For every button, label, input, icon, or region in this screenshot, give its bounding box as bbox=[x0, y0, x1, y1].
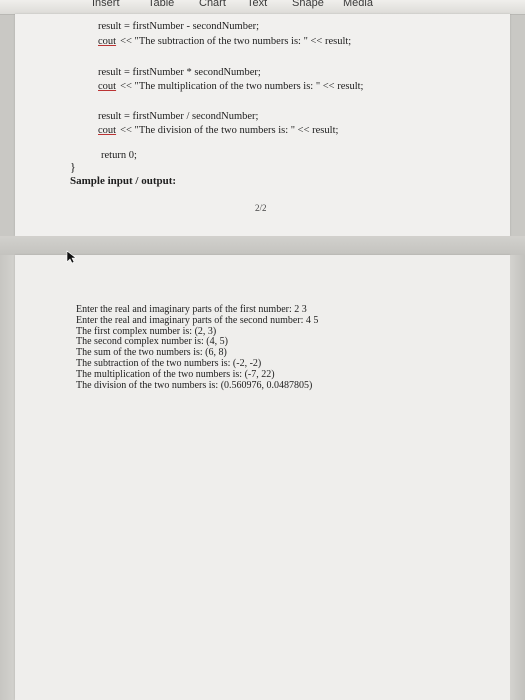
code-line-subtraction: result = firstNumber - secondNumber; bbox=[98, 21, 260, 32]
margin-left bbox=[0, 255, 15, 700]
cout-keyword: cout bbox=[98, 125, 117, 136]
toolbar-text[interactable]: Text bbox=[247, 0, 267, 9]
toolbar-insert[interactable]: Insert bbox=[92, 0, 120, 9]
code-line-multiplication: result = firstNumber * secondNumber; bbox=[98, 67, 261, 78]
toolbar-shape[interactable]: Shape bbox=[292, 0, 324, 9]
margin-right bbox=[510, 255, 525, 700]
code-line-subtraction-cout: cout << "The subtraction of the two numbe… bbox=[98, 35, 351, 48]
cout-keyword: cout bbox=[98, 81, 117, 92]
output-line: The multiplication of the two numbers is… bbox=[76, 368, 275, 380]
cout-text: << "The subtraction of the two numbers i… bbox=[120, 36, 352, 47]
toolbar-media[interactable]: Media bbox=[343, 0, 373, 9]
code-line-return: return 0; bbox=[101, 150, 137, 161]
program-output: Enter the real and imaginary parts of th… bbox=[76, 304, 319, 391]
page-separator bbox=[0, 236, 525, 255]
toolbar-chart[interactable]: Chart bbox=[199, 0, 226, 9]
cout-text: << "The division of the two numbers is: … bbox=[120, 125, 339, 136]
cout-keyword: cout bbox=[98, 36, 117, 47]
sample-heading: Sample input / output: bbox=[70, 175, 177, 187]
toolbar-table[interactable]: Table bbox=[148, 0, 174, 9]
cout-text: << "The multiplication of the two number… bbox=[120, 81, 364, 92]
mouse-pointer-icon bbox=[66, 250, 77, 264]
code-line-division: result = firstNumber / secondNumber; bbox=[98, 111, 259, 122]
output-line: The division of the two numbers is: (0.5… bbox=[76, 379, 313, 391]
output-line: Enter the real and imaginary parts of th… bbox=[76, 314, 319, 326]
toolbar: Insert Table Chart Text Shape Media bbox=[0, 0, 525, 15]
code-line-multiplication-cout: cout << "The multiplication of the two nu… bbox=[98, 80, 363, 93]
closing-brace: } bbox=[70, 160, 76, 174]
page-number: 2/2 bbox=[255, 203, 267, 213]
code-line-division-cout: cout << "The division of the two numbers … bbox=[98, 124, 338, 137]
